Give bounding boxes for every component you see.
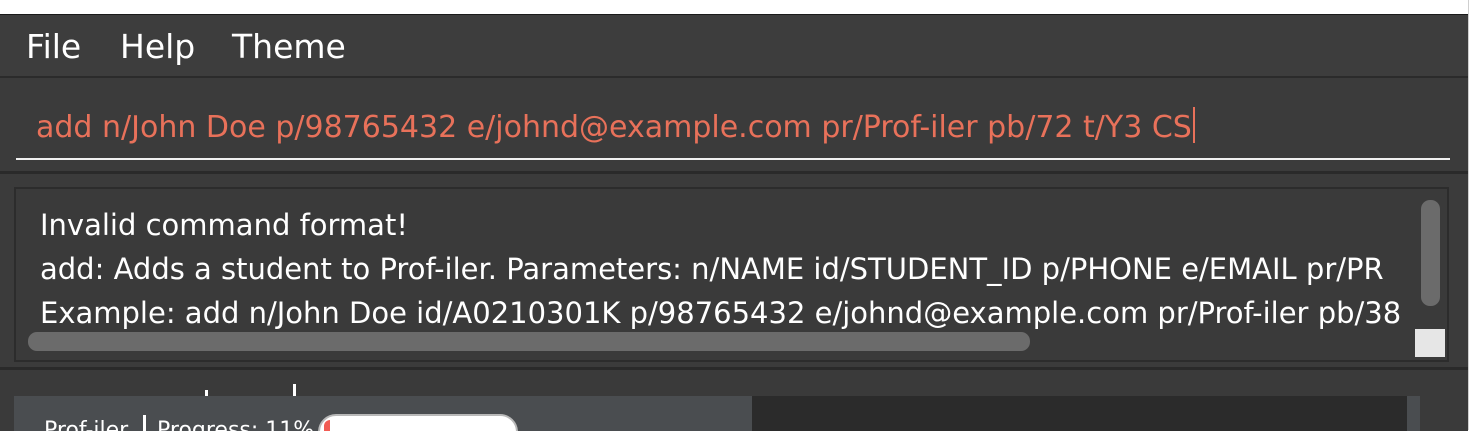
- result-text: Invalid command format! add: Adds a stud…: [40, 203, 1418, 335]
- result-line-usage: add: Adds a student to Prof-iler. Parame…: [40, 252, 1384, 286]
- command-input[interactable]: add n/John Doe p/98765432 e/johnd@exampl…: [16, 96, 1450, 160]
- progress-bar-fill: [324, 420, 330, 431]
- progress-bar: [318, 414, 518, 431]
- list-panel: Prof-iler Progress: 11%: [0, 370, 1468, 431]
- menu-file[interactable]: File: [26, 27, 81, 67]
- scrollbar-corner: [1415, 329, 1445, 357]
- window-edge: [1468, 0, 1482, 430]
- horizontal-scrollbar-thumb[interactable]: [28, 332, 1030, 351]
- result-line-example: Example: add n/John Doe id/A0210301K p/9…: [40, 296, 1402, 330]
- menu-help[interactable]: Help: [120, 27, 195, 67]
- vertical-scrollbar-thumb[interactable]: [1421, 200, 1440, 306]
- app-window: File Help Theme add n/John Doe p/9876543…: [0, 14, 1468, 431]
- result-display[interactable]: Invalid command format! add: Adds a stud…: [14, 187, 1449, 362]
- menu-bar: File Help Theme: [0, 15, 1468, 78]
- progress-label: Progress: 11%: [157, 418, 315, 431]
- detail-panel: [752, 396, 1407, 431]
- command-text: add n/John Doe p/98765432 e/johnd@exampl…: [36, 110, 1192, 145]
- text-caret: [1192, 107, 1195, 143]
- menu-theme[interactable]: Theme: [232, 27, 346, 67]
- project-name-label: Prof-iler: [44, 418, 129, 431]
- status-divider: [143, 415, 146, 431]
- result-line-error: Invalid command format!: [40, 208, 408, 242]
- divider-mark: [293, 384, 296, 396]
- result-display-placeholder: Invalid command format! add: Adds a stud…: [0, 174, 1468, 370]
- command-box-placeholder: add n/John Doe p/98765432 e/johnd@exampl…: [0, 78, 1468, 174]
